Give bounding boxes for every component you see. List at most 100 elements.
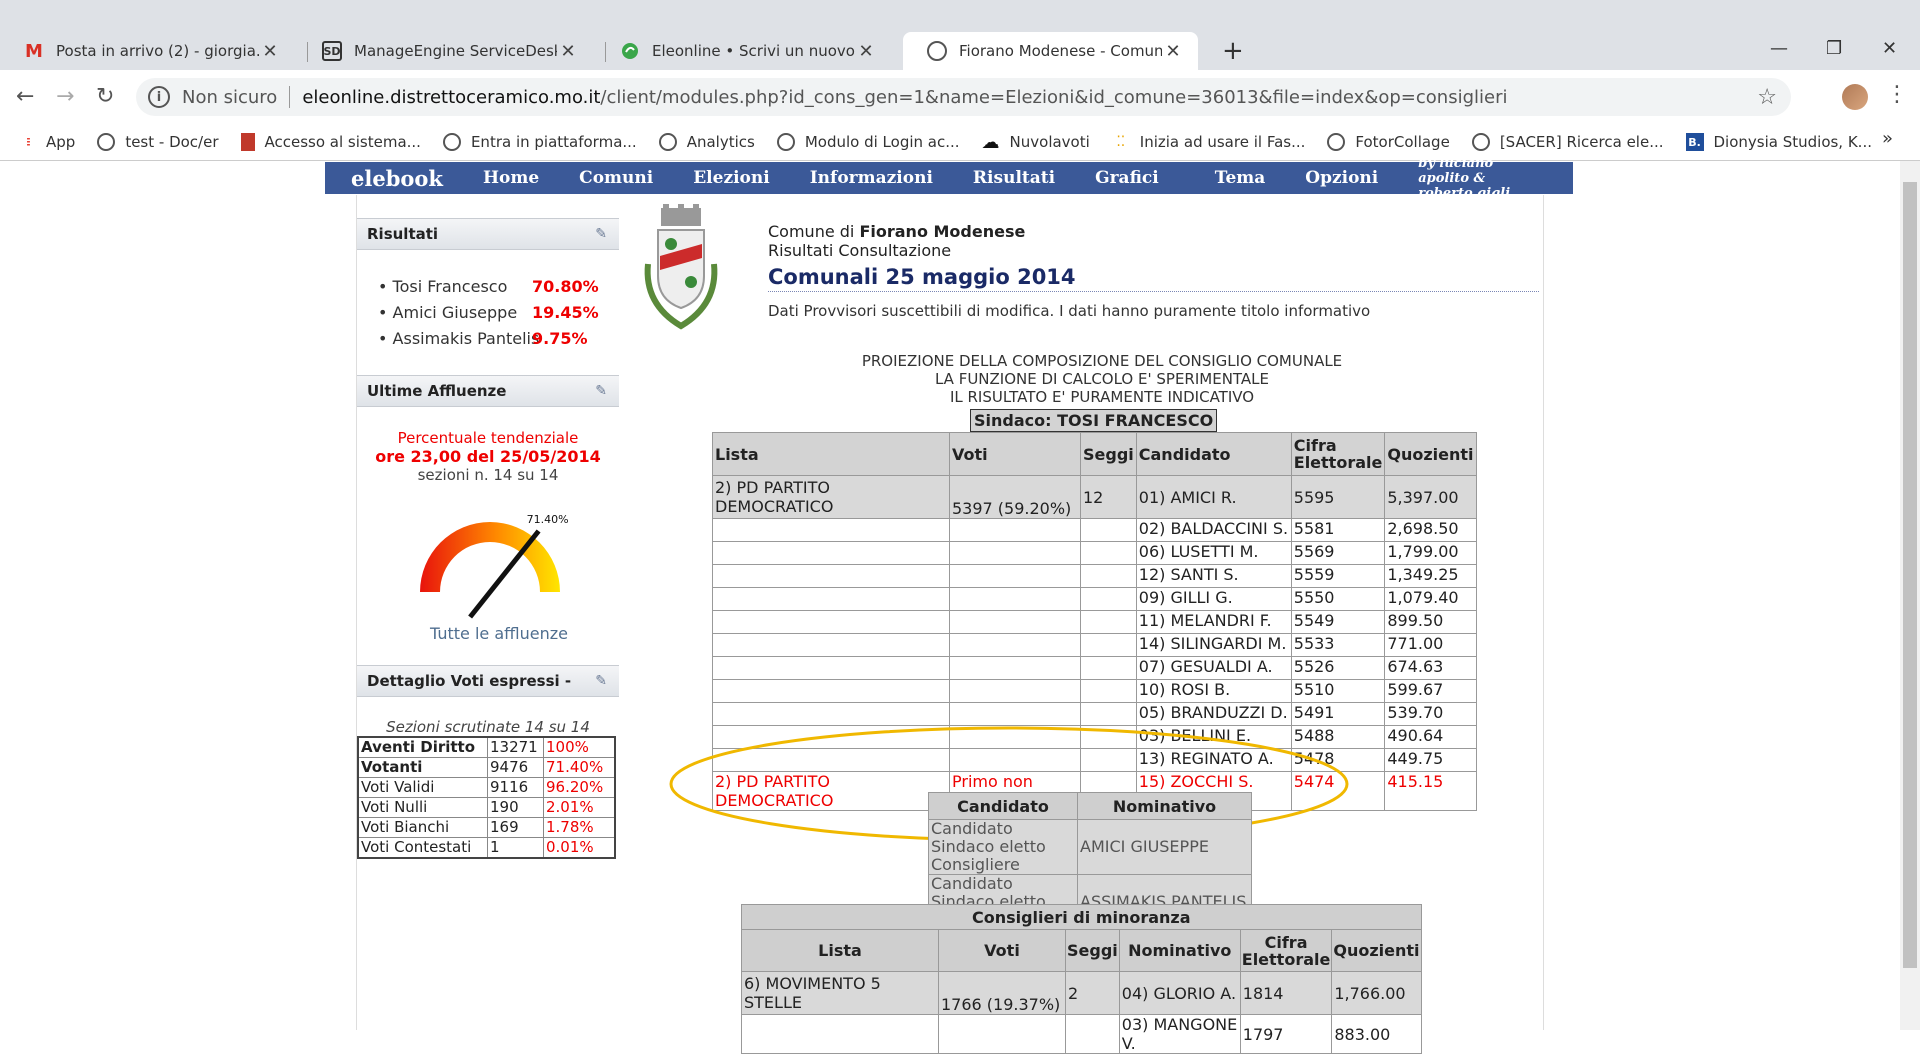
tab-label: ManageEngine ServiceDesk Plus xyxy=(354,42,557,60)
cell-voti xyxy=(949,610,1081,634)
close-icon[interactable]: ✕ xyxy=(259,41,281,62)
address-bar[interactable]: i Non sicuro eleonline.distrettoceramico… xyxy=(136,78,1791,116)
apps-grid-icon: ⁝⁝⁝ xyxy=(25,135,31,149)
cell-quoziente: 771.00 xyxy=(1384,633,1477,657)
row-pct: 96.20% xyxy=(543,777,616,798)
tab-label: Fiorano Modenese - Comunali 25 xyxy=(959,42,1162,60)
cell-lista xyxy=(712,541,950,565)
nav-informazioni[interactable]: Informazioni xyxy=(810,168,933,188)
tab-fiorano[interactable]: Fiorano Modenese - Comunali 25 ✕ xyxy=(903,32,1198,70)
table-row: 02) BALDACCINI S. 5581 2,698.50 xyxy=(712,518,1477,542)
col-nominativo: Nominativo xyxy=(1077,792,1252,820)
row-value: 1 xyxy=(487,837,544,859)
menu-dots-icon[interactable]: ⋮ xyxy=(1886,82,1908,107)
bookmark-item[interactable]: FotorCollage xyxy=(1327,133,1450,151)
nav-home[interactable]: Home xyxy=(483,168,539,188)
tutte-affluenze-link[interactable]: Tutte le affluenze xyxy=(430,624,568,643)
globe-icon xyxy=(927,41,947,61)
col-candidato: Candidato xyxy=(928,792,1078,820)
minority-table: Consiglieri di minoranza Lista Voti Segg… xyxy=(741,904,1422,1054)
url-path: /client/modules.php?id_cons_gen=1&name=E… xyxy=(600,86,1508,108)
bookmark-label: test - Doc/er xyxy=(125,133,219,151)
table-row: Voti Nulli 190 2.01% xyxy=(357,797,616,818)
bookmarks-more-icon[interactable]: » xyxy=(1882,128,1893,149)
bookmark-item[interactable]: Accesso al sistema... xyxy=(240,133,421,151)
pencil-icon[interactable]: ✎ xyxy=(595,226,607,242)
restore-icon[interactable]: ❐ xyxy=(1826,38,1842,59)
avatar[interactable] xyxy=(1842,84,1868,110)
dots-icon: ⁚⁚ xyxy=(1116,134,1126,150)
info-icon[interactable]: i xyxy=(148,86,170,108)
cloud-icon: ☁ xyxy=(981,131,1000,153)
bookmark-item[interactable]: [SACER] Ricerca ele... xyxy=(1471,133,1664,151)
nav-comuni[interactable]: Comuni xyxy=(579,168,653,188)
row-label: Voti Validi xyxy=(357,777,488,798)
cell-lista xyxy=(712,518,950,542)
cell-voti xyxy=(949,541,1081,565)
tab-label: Posta in arrivo (2) - giorgia.giord xyxy=(56,42,259,60)
col-lista: Lista xyxy=(712,432,950,476)
back-icon[interactable]: ← xyxy=(16,84,34,109)
bookmark-label: Modulo di Login ac... xyxy=(804,133,960,151)
cell-candidato: Candidato Sindaco eletto Consigliere xyxy=(928,819,1078,875)
cell-voti xyxy=(949,564,1081,588)
nav-grafici[interactable]: Grafici xyxy=(1095,168,1159,188)
tab-gmail[interactable]: M Posta in arrivo (2) - giorgia.giord ✕ xyxy=(0,32,295,70)
table-row: 06) LUSETTI M. 5569 1,799.00 xyxy=(712,541,1477,565)
table-row: 11) MELANDRI F. 5549 899.50 xyxy=(712,610,1477,634)
table-row: Aventi Diritto 13271 100% xyxy=(357,736,616,758)
security-label: Non sicuro xyxy=(182,86,278,108)
pencil-icon[interactable]: ✎ xyxy=(595,673,607,689)
bookmark-item[interactable]: test - Doc/er xyxy=(97,133,219,151)
window-close-icon[interactable]: ✕ xyxy=(1882,38,1897,59)
bookmark-item[interactable]: Analytics xyxy=(658,133,755,151)
risultati-title: Risultati xyxy=(367,225,439,243)
cell-seggi: 2 xyxy=(1065,971,1120,1015)
close-icon[interactable]: ✕ xyxy=(557,41,579,62)
affluenze-title: Ultime Affluenze xyxy=(367,382,507,400)
row-value: 190 xyxy=(487,797,544,818)
bookmark-item[interactable]: Entra in piattaforma... xyxy=(442,133,637,151)
cell-quoziente: 1,349.25 xyxy=(1384,564,1477,588)
site-brand[interactable]: elebook xyxy=(351,166,443,191)
forward-icon[interactable]: → xyxy=(56,84,74,109)
reload-icon[interactable]: ↻ xyxy=(96,84,114,109)
cell-quoziente: 1,799.00 xyxy=(1384,541,1477,565)
col-quozienti: Quozienti xyxy=(1384,432,1477,476)
bookmark-label: Dionysia Studios, K... xyxy=(1713,133,1873,151)
candidate-name: Amici Giuseppe xyxy=(392,303,518,322)
candidate-name: Assimakis Pantelis xyxy=(392,329,540,348)
cell-quoziente: 539.70 xyxy=(1384,702,1477,726)
cell-candidato: 02) BALDACCINI S. xyxy=(1135,518,1292,542)
col-quozienti: Quozienti xyxy=(1331,929,1422,972)
close-icon[interactable]: ✕ xyxy=(855,41,877,62)
nav-tema[interactable]: Tema xyxy=(1215,168,1266,188)
nav-risultati[interactable]: Risultati xyxy=(973,168,1055,188)
bookmark-item[interactable]: ☁ Nuvolavoti xyxy=(981,131,1090,153)
bookmark-item[interactable]: ⁚⁚ Inizia ad usare il Fas... xyxy=(1112,133,1305,151)
star-icon[interactable]: ☆ xyxy=(1757,85,1777,110)
scrollbar-thumb[interactable] xyxy=(1903,182,1917,968)
bookmark-label: [SACER] Ricerca ele... xyxy=(1499,133,1664,151)
cell-seggi xyxy=(1080,541,1137,565)
minimize-icon[interactable]: — xyxy=(1770,38,1788,59)
cell-candidato: 09) GILLI G. xyxy=(1135,587,1292,611)
tab-eleonline[interactable]: Eleonline • Scrivi un nuovo argom ✕ xyxy=(596,32,891,70)
globe-icon xyxy=(776,133,795,151)
close-icon[interactable]: ✕ xyxy=(1162,41,1184,62)
dettaglio-title: Dettaglio Voti espressi - xyxy=(367,672,572,690)
tab-servicedesk[interactable]: SD ManageEngine ServiceDesk Plus ✕ xyxy=(298,32,593,70)
new-tab-button[interactable]: + xyxy=(1222,36,1244,66)
bookmark-item[interactable]: Modulo di Login ac... xyxy=(776,133,960,151)
turnout-gauge: 71.40% xyxy=(420,513,569,619)
cell-cifra: 1814 xyxy=(1239,971,1333,1015)
bookmark-item[interactable]: ⁝⁝⁝ App xyxy=(18,133,76,151)
pencil-icon[interactable]: ✎ xyxy=(595,383,607,399)
row-pct: 2.01% xyxy=(543,797,616,818)
cell-candidato: 01) AMICI R. xyxy=(1135,475,1292,519)
nav-opzioni[interactable]: Opzioni xyxy=(1305,168,1378,188)
cell-quoziente: 599.67 xyxy=(1384,679,1477,703)
cell-quoziente: 899.50 xyxy=(1384,610,1477,634)
bookmark-item[interactable]: B. Dionysia Studios, K... xyxy=(1685,133,1873,151)
nav-elezioni[interactable]: Elezioni xyxy=(693,168,770,188)
